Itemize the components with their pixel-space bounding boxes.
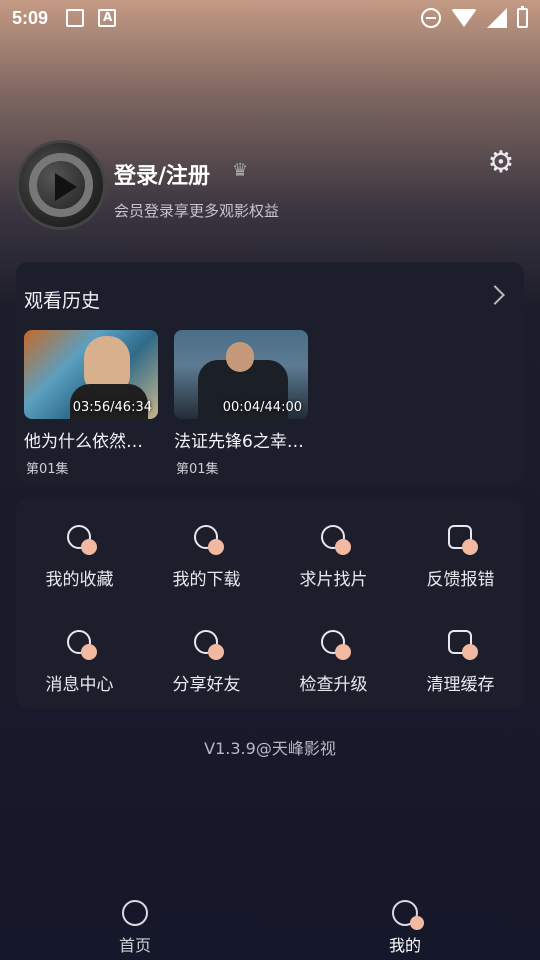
history-item[interactable]: 03:56/46:34 他为什么依然… 第01集 (24, 330, 158, 477)
function-label: 我的下载 (172, 570, 241, 590)
progress-duration: 03:56/46:34 (72, 400, 152, 415)
nav-item-home[interactable]: 首页 (0, 890, 270, 960)
login-subtitle: 会员登录享更多观影权益 (114, 202, 280, 220)
history-item-title: 法证先锋6之幸… (174, 432, 304, 452)
cell-signal-icon (487, 8, 507, 28)
clean-cache-icon (446, 628, 478, 660)
function-label: 消息中心 (45, 675, 114, 695)
bottom-nav: 首页 我的 (0, 890, 540, 960)
history-title: 观看历史 (24, 290, 101, 312)
video-thumbnail[interactable]: 00:04/44:00 (174, 330, 308, 419)
feedback-icon (446, 523, 478, 555)
history-item-title: 他为什么依然… (24, 432, 143, 452)
avatar[interactable] (16, 140, 106, 230)
function-label: 检查升级 (299, 675, 368, 695)
gear-icon[interactable]: ⚙ (486, 148, 516, 178)
image-notification-icon (66, 9, 85, 27)
share-icon (192, 628, 224, 660)
function-label: 求片找片 (299, 570, 368, 590)
nav-item-profile[interactable]: 我的 (270, 890, 540, 960)
share-button[interactable]: 分享好友 (143, 604, 270, 709)
nav-label-profile: 我的 (388, 936, 421, 955)
message-center-button[interactable]: 消息中心 (16, 604, 143, 709)
feedback-button[interactable]: 反馈报错 (397, 499, 524, 604)
request-film-button[interactable]: 求片找片 (270, 499, 397, 604)
wifi-icon (451, 9, 477, 27)
chevron-right-icon[interactable] (485, 285, 505, 305)
history-item-episode: 第01集 (176, 462, 219, 477)
do-not-disturb-icon (421, 8, 441, 28)
play-icon (55, 173, 77, 201)
login-register-link[interactable]: 登录/注册 (114, 158, 210, 190)
clear-cache-button[interactable]: 清理缓存 (397, 604, 524, 709)
history-item[interactable]: 00:04/44:00 法证先锋6之幸… 第01集 (174, 330, 308, 477)
search-film-icon (319, 523, 351, 555)
favorites-button[interactable]: 我的收藏 (16, 499, 143, 604)
nav-label-home: 首页 (118, 936, 151, 955)
history-item-episode: 第01集 (26, 462, 69, 477)
progress-duration: 00:04/44:00 (222, 400, 302, 415)
watch-history-card: 观看历史 03:56/46:34 他为什么依然… 第01集 00:04/44:0… (16, 262, 524, 484)
function-grid-card: 我的收藏 我的下载 求片找片 反馈报错 消息中心 分享好友 检查升级 清理缓存 (16, 499, 524, 709)
downloads-button[interactable]: 我的下载 (143, 499, 270, 604)
profile-header[interactable]: 登录/注册 ♛ 会员登录享更多观影权益 ⚙ (16, 140, 524, 232)
status-bar: 5:09 (0, 0, 540, 36)
heart-icon (65, 523, 97, 555)
function-label: 清理缓存 (426, 675, 495, 695)
upgrade-icon (319, 628, 351, 660)
version-label: V1.3.9@天峰影视 (204, 739, 336, 758)
function-label: 反馈报错 (426, 570, 495, 590)
status-time: 5:09 (12, 7, 49, 28)
bell-icon (65, 628, 97, 660)
function-label: 我的收藏 (45, 570, 114, 590)
function-label: 分享好友 (172, 675, 241, 695)
profile-icon (390, 898, 424, 930)
download-icon (192, 523, 224, 555)
battery-icon (517, 6, 528, 28)
text-notification-icon (98, 9, 117, 27)
video-thumbnail[interactable]: 03:56/46:34 (24, 330, 158, 419)
crown-icon: ♛ (232, 160, 249, 181)
check-update-button[interactable]: 检查升级 (270, 604, 397, 709)
home-icon (120, 898, 150, 928)
history-list: 03:56/46:34 他为什么依然… 第01集 00:04/44:00 法证先… (24, 330, 308, 477)
